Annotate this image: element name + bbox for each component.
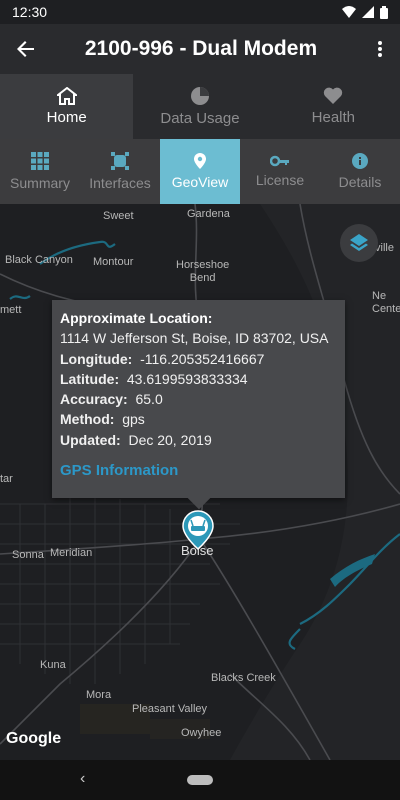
method-label: Method: (60, 411, 115, 428)
tab-home-label: Home (46, 109, 87, 126)
overflow-menu-button[interactable] (360, 24, 400, 74)
back-button[interactable] (0, 24, 52, 74)
accuracy-label: Accuracy: (60, 391, 128, 408)
status-icons (342, 5, 388, 19)
nav-back-icon[interactable]: ‹ (80, 770, 85, 788)
latitude-row: Latitude: 43.6199593833334 (60, 369, 337, 389)
map-label-horseshoe-bend: Horseshoe Bend (176, 259, 230, 284)
router-marker-icon (182, 510, 214, 550)
tab-geoview[interactable]: GeoView (160, 139, 240, 204)
map-label-kuna: Kuna (40, 659, 66, 671)
map-label-blacks-creek: Blacks Creek (211, 672, 276, 684)
location-heading: Approximate Location: (60, 310, 213, 326)
map-label-sonna: Sonna (12, 549, 44, 561)
secondary-tabs: Summary Interfaces GeoView License Detai… (0, 139, 400, 204)
map-label-owyhee: Owyhee (181, 727, 222, 739)
map-label-sweet: Sweet (103, 210, 134, 222)
map-label-emmett: mett (0, 304, 22, 316)
tab-summary[interactable]: Summary (0, 139, 80, 204)
tab-interfaces[interactable]: Interfaces (80, 139, 160, 204)
interfaces-icon (111, 152, 129, 170)
battery-icon (380, 5, 388, 19)
page-title: 2100-996 - Dual Modem (84, 37, 318, 60)
longitude-value: -116.205352416667 (140, 350, 265, 367)
more-vert-icon (378, 41, 382, 57)
layers-icon (350, 234, 368, 251)
longitude-label: Longitude: (60, 350, 133, 367)
map-label-mora: Mora (86, 689, 112, 701)
google-logo: Google (6, 730, 62, 747)
tab-health[interactable]: Health (267, 74, 400, 139)
primary-tabs: Home Data Usage Health (0, 74, 400, 139)
wifi-icon (342, 6, 356, 18)
tab-data-usage[interactable]: Data Usage (133, 74, 266, 139)
map-label-pleasant-valley: Pleasant Valley (132, 703, 208, 715)
method-row: Method: gps (60, 409, 337, 429)
location-info-card: Approximate Location: 1114 W Jefferson S… (52, 300, 345, 510)
status-bar: 12:30 (0, 0, 400, 24)
latitude-value: 43.6199593833334 (126, 370, 248, 387)
arrow-back-icon (17, 41, 34, 57)
tab-license[interactable]: License (240, 139, 320, 204)
tab-home[interactable]: Home (0, 74, 134, 139)
tab-interfaces-label: Interfaces (89, 175, 151, 191)
map-label-new-centerville: Ne Cente (372, 290, 400, 315)
tab-license-label: License (255, 172, 305, 188)
status-time: 12:30 (12, 4, 48, 20)
grid-icon (31, 152, 49, 170)
latitude-label: Latitude: (60, 370, 120, 387)
home-pill[interactable] (187, 775, 213, 785)
updated-row: Updated: Dec 20, 2019 (60, 430, 337, 450)
pie-chart-icon (190, 87, 209, 105)
tab-details-label: Details (338, 174, 382, 190)
tab-summary-label: Summary (10, 175, 70, 191)
tab-health-label: Health (311, 109, 355, 126)
gps-information-link[interactable]: GPS Information (60, 462, 337, 479)
accuracy-value: 65.0 (135, 391, 163, 408)
map-label-star: tar (0, 473, 13, 485)
map-label-meridian: Meridian (50, 547, 93, 559)
map-label-montour: Montour (93, 256, 134, 268)
heart-icon (324, 87, 343, 104)
map-layers-button[interactable] (340, 224, 378, 262)
info-icon (352, 153, 368, 169)
home-icon (56, 87, 77, 105)
map-view[interactable]: Sweet Gardena Black Canyon Montour Horse… (0, 204, 400, 760)
app-bar: 2100-996 - Dual Modem (0, 24, 400, 74)
tab-details[interactable]: Details (320, 139, 400, 204)
location-address: 1114 W Jefferson St, Boise, ID 83702, US… (60, 330, 329, 347)
longitude-row: Longitude: -116.205352416667 (60, 349, 337, 369)
device-marker[interactable] (181, 510, 215, 550)
map-label-black-canyon: Black Canyon (5, 254, 73, 266)
tab-geoview-label: GeoView (171, 174, 229, 190)
signal-icon (362, 6, 374, 18)
method-value: gps (122, 411, 145, 428)
key-icon (270, 155, 289, 167)
updated-value: Dec 20, 2019 (128, 431, 212, 448)
map-label-gardena: Gardena (187, 208, 230, 220)
system-nav-bar: ‹ (0, 760, 400, 800)
tab-data-usage-label: Data Usage (160, 110, 240, 127)
updated-label: Updated: (60, 431, 121, 448)
accuracy-row: Accuracy: 65.0 (60, 389, 337, 409)
location-pin-icon (194, 153, 206, 169)
